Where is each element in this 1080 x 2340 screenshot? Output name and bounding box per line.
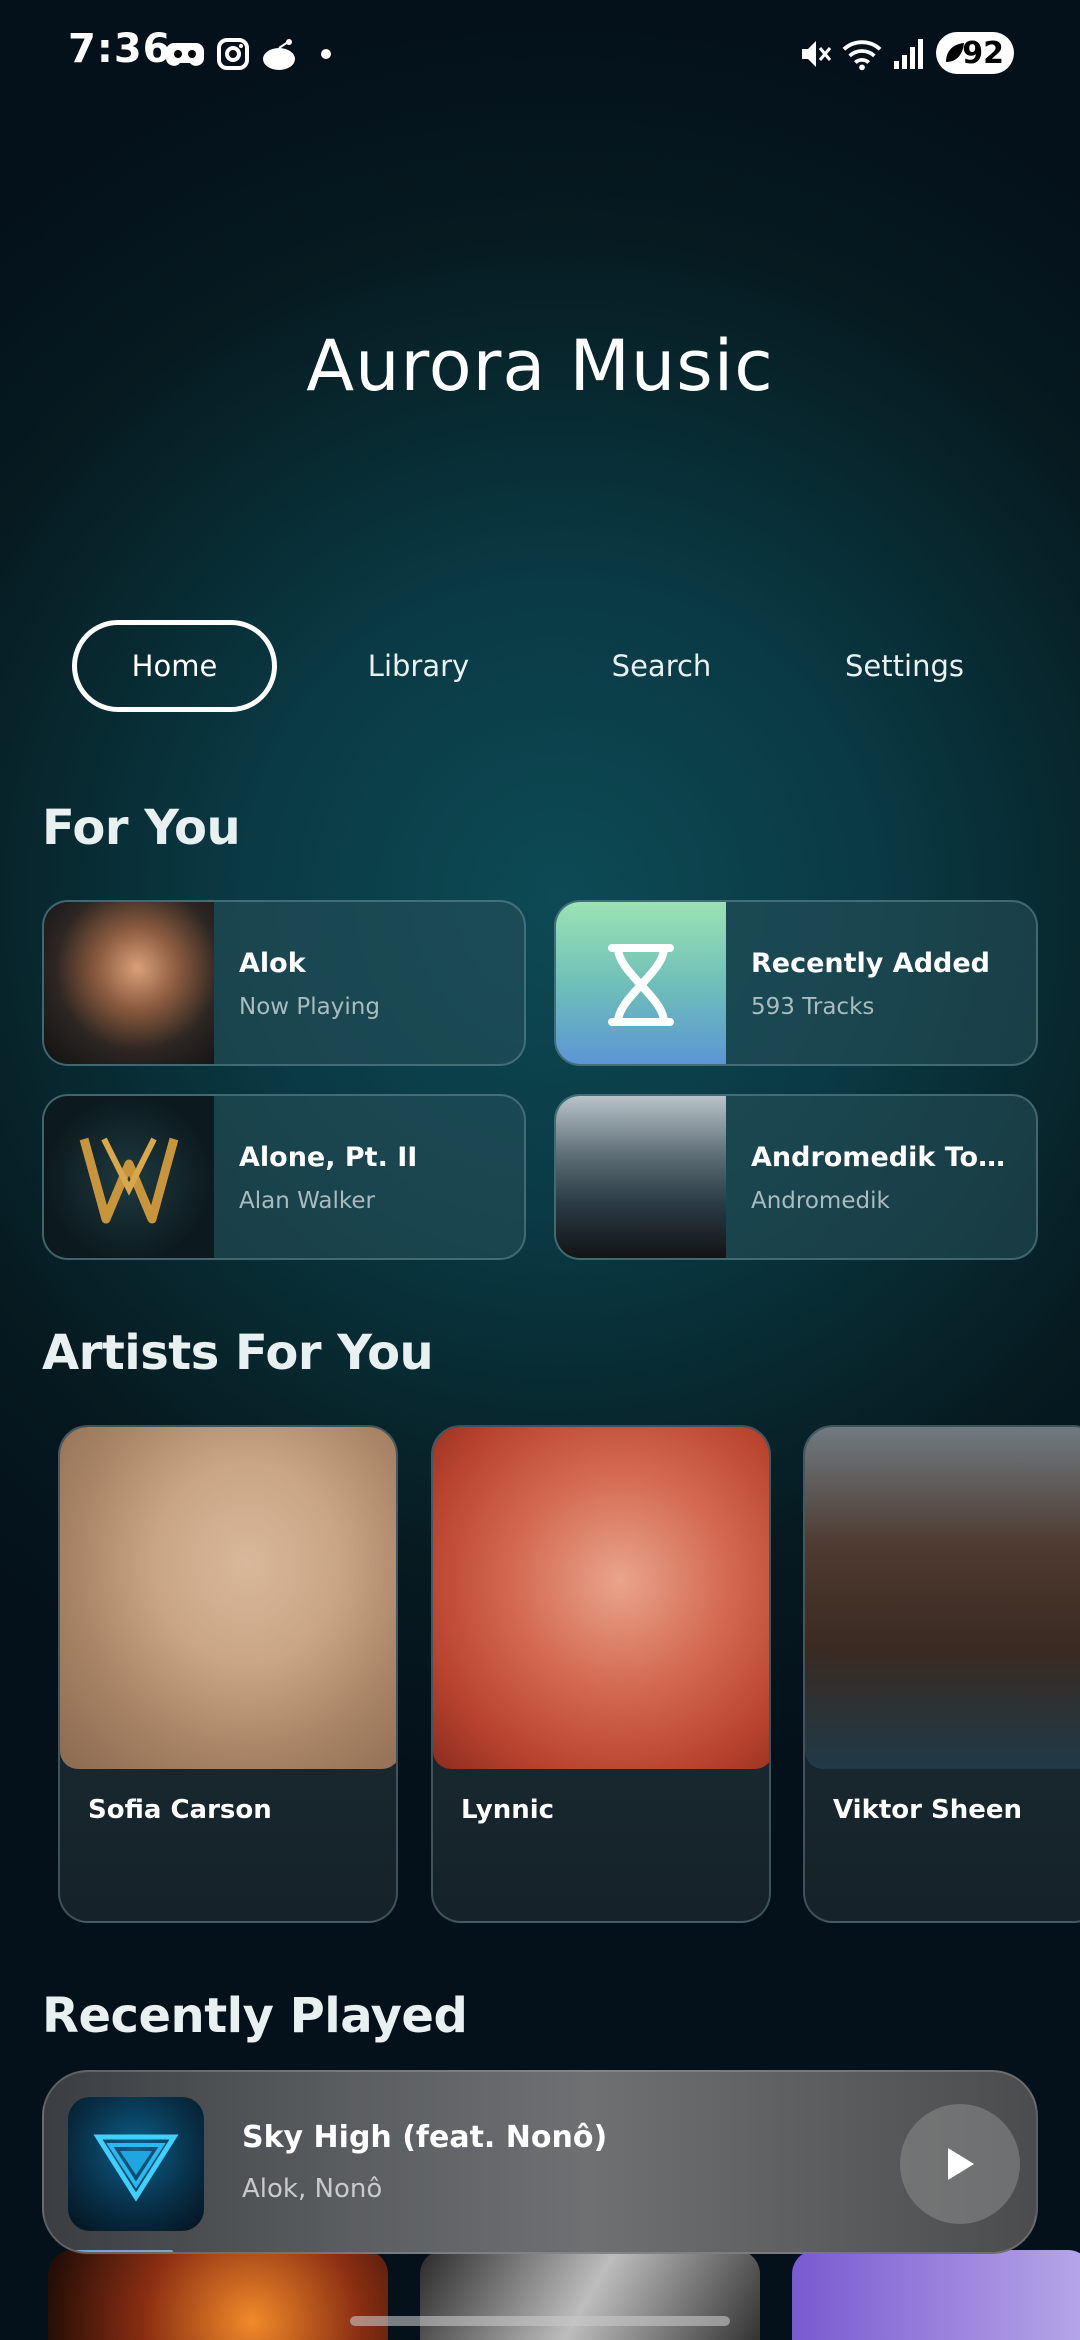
- now-playing-title: Sky High (feat. Nonô): [242, 2120, 608, 2155]
- for-you-card-recently-added[interactable]: Recently Added 593 Tracks: [554, 900, 1038, 1066]
- alone-pt-ii-thumbnail: [44, 1096, 214, 1258]
- tab-home[interactable]: Home: [72, 620, 277, 712]
- card-subtitle: Andromedik: [751, 1188, 890, 1214]
- tab-label: Library: [367, 649, 470, 683]
- instagram-icon: [213, 34, 253, 74]
- tab-label: Search: [611, 649, 712, 683]
- play-icon: [948, 2148, 974, 2180]
- artist-name: Sofia Carson: [88, 1795, 272, 1825]
- tab-search[interactable]: Search: [559, 620, 764, 712]
- wifi-icon: [842, 34, 882, 74]
- card-title: Andromedik Tomo…: [751, 1142, 1021, 1173]
- alan-walker-logo-icon: [79, 1137, 179, 1224]
- recently-played-heading: Recently Played: [42, 1988, 468, 2044]
- signal-icon: [889, 34, 929, 74]
- for-you-heading: For You: [42, 800, 241, 856]
- artist-name: Viktor Sheen: [833, 1795, 1023, 1825]
- hourglass-icon: [608, 944, 674, 1026]
- game-controller-icon: [165, 34, 205, 74]
- battery-level: 92: [962, 35, 1004, 71]
- mute-icon: [796, 34, 836, 74]
- status-bar: 7:36 92: [0, 0, 1080, 100]
- andromedik-thumbnail: [556, 1096, 726, 1258]
- now-playing-artist: Alok, Nonô: [242, 2174, 383, 2204]
- artists-heading: Artists For You: [42, 1325, 434, 1381]
- tab-label: Settings: [845, 649, 964, 683]
- artist-photo: [60, 1427, 396, 1769]
- tab-settings[interactable]: Settings: [802, 620, 1007, 712]
- card-subtitle: 593 Tracks: [751, 994, 875, 1020]
- card-title: Alone, Pt. II: [239, 1142, 418, 1173]
- for-you-card-andromedik[interactable]: Andromedik Tomo… Andromedik: [554, 1094, 1038, 1260]
- play-button[interactable]: [900, 2104, 1020, 2224]
- now-playing-artwork: [68, 2097, 204, 2231]
- tab-library[interactable]: Library: [316, 620, 521, 712]
- recently-played-tile[interactable]: [48, 2250, 388, 2340]
- alok-thumbnail: [44, 902, 214, 1064]
- app-title: Aurora Music: [306, 325, 774, 407]
- battery-saver-icon: [946, 43, 964, 62]
- card-title: Recently Added: [751, 948, 990, 979]
- dot-icon: [306, 34, 346, 74]
- artist-card-sofia-carson[interactable]: Sofia Carson: [58, 1425, 398, 1923]
- artist-card-viktor-sheen[interactable]: Viktor Sheen: [803, 1425, 1080, 1923]
- artist-photo: [805, 1427, 1080, 1769]
- artist-card-lynnic[interactable]: Lynnic: [431, 1425, 771, 1923]
- for-you-card-alone-pt-ii[interactable]: Alone, Pt. II Alan Walker: [42, 1094, 526, 1260]
- now-playing-bar[interactable]: Sky High (feat. Nonô) Alok, Nonô: [42, 2070, 1038, 2254]
- battery-indicator: 92: [936, 32, 1014, 74]
- home-indicator[interactable]: [350, 2316, 730, 2326]
- reddit-icon: [259, 34, 299, 74]
- tab-label: Home: [131, 649, 218, 683]
- card-subtitle: Alan Walker: [239, 1188, 375, 1214]
- recently-played-tile[interactable]: [792, 2250, 1080, 2340]
- status-time: 7:36: [68, 26, 172, 72]
- for-you-card-alok[interactable]: Alok Now Playing: [42, 900, 526, 1066]
- card-title: Alok: [239, 948, 306, 979]
- artist-name: Lynnic: [461, 1795, 555, 1825]
- card-subtitle: Now Playing: [239, 994, 380, 1020]
- artist-photo: [433, 1427, 769, 1769]
- recently-added-thumbnail: [556, 902, 726, 1064]
- recently-played-tile[interactable]: [420, 2250, 760, 2340]
